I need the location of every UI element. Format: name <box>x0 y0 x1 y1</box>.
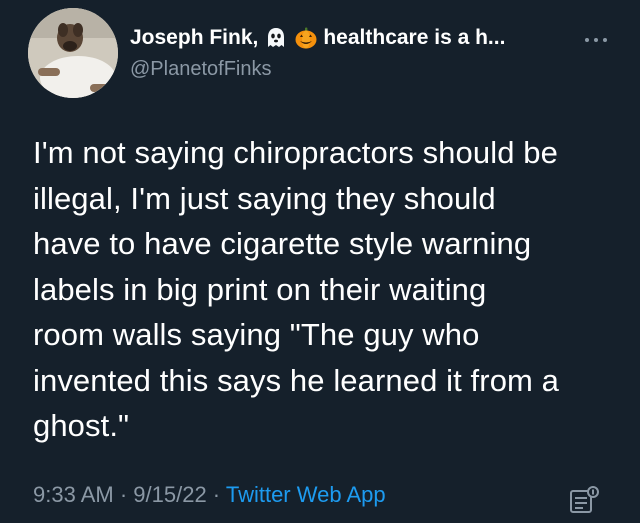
tweet-source-link[interactable]: Twitter Web App <box>226 482 386 507</box>
pumpkin-icon <box>294 26 318 50</box>
analytics-icon[interactable] <box>568 485 600 515</box>
tweet-time[interactable]: 9:33 AM <box>33 482 114 507</box>
meta-separator: · <box>113 482 134 507</box>
meta-separator: · <box>206 482 226 507</box>
tweet-date[interactable]: 9/15/22 <box>133 482 206 507</box>
ghost-icon <box>264 26 288 50</box>
author-name[interactable]: Joseph Fink, <box>130 26 258 50</box>
more-options-icon[interactable] <box>583 32 609 42</box>
author-name-row[interactable]: Joseph Fink, healthcare is a h... <box>130 22 570 54</box>
tweet-text: I'm not saying chiropractors should be i… <box>33 135 560 443</box>
tweet-card: Joseph Fink, healthcare is a h... @Plane… <box>0 0 640 523</box>
author-name-suffix[interactable]: healthcare is a h... <box>323 26 505 50</box>
author-block: Joseph Fink, healthcare is a h... @Plane… <box>130 22 570 81</box>
avatar[interactable] <box>28 8 118 98</box>
tweet-metadata: 9:33 AM · 9/15/22 · Twitter Web App <box>33 482 386 508</box>
author-handle[interactable]: @PlanetofFinks <box>130 58 570 81</box>
avatar-image <box>28 8 118 98</box>
